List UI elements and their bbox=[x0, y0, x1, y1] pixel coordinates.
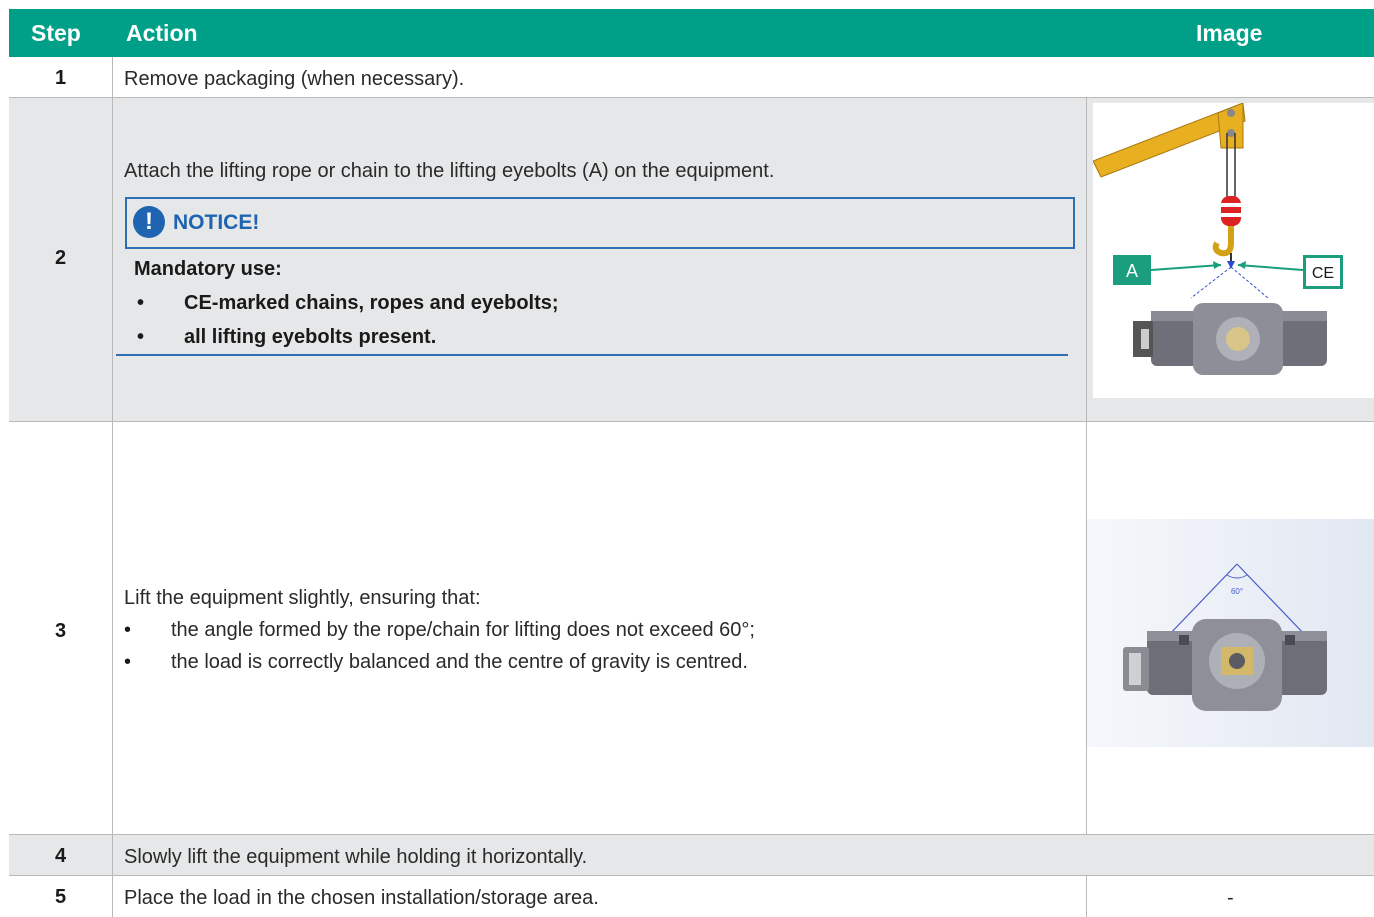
bullet-icon: • bbox=[124, 619, 132, 641]
header-step: Step bbox=[31, 20, 81, 46]
step-action: Lift the equipment slightly, ensuring th… bbox=[124, 587, 481, 609]
bullet-icon: • bbox=[124, 651, 132, 673]
notice-underline bbox=[116, 354, 1068, 356]
exclamation-icon: ! bbox=[133, 206, 165, 238]
bullet-icon: • bbox=[137, 326, 145, 348]
notice-title: NOTICE! bbox=[173, 211, 260, 234]
step-number: 3 bbox=[54, 620, 67, 642]
step-number: 5 bbox=[54, 886, 67, 908]
step-action: Slowly lift the equipment while holding … bbox=[124, 846, 588, 868]
table-row-1: 1 Remove packaging (when necessary). bbox=[9, 57, 1374, 97]
header-image: Image bbox=[1196, 20, 1263, 46]
label-a: A bbox=[1126, 261, 1138, 281]
table-row-4: 4 Slowly lift the equipment while holdin… bbox=[9, 835, 1374, 875]
label-ce: CE bbox=[1312, 265, 1334, 282]
step-number: 4 bbox=[54, 845, 67, 867]
notice-item: CE-marked chains, ropes and eyebolts; bbox=[184, 292, 559, 314]
table-row-3: 3 Lift the equipment slightly, ensuring … bbox=[9, 422, 1374, 834]
step-image-placeholder: - bbox=[1227, 887, 1234, 909]
step-action: Remove packaging (when necessary). bbox=[124, 68, 465, 90]
step-number: 2 bbox=[54, 247, 67, 269]
table-row-5: 5 Place the load in the chosen installat… bbox=[9, 876, 1374, 917]
angle-label: 60° bbox=[1231, 587, 1243, 596]
step-item: the load is correctly balanced and the c… bbox=[171, 651, 748, 673]
step-item: the angle formed by the rope/chain for l… bbox=[171, 619, 755, 641]
step-action: Place the load in the chosen installatio… bbox=[124, 887, 599, 909]
table-row-2: 2 Attach the lifting rope or chain to th… bbox=[9, 98, 1374, 421]
crane-lifting-image: A CE bbox=[1092, 102, 1374, 398]
notice-lead: Mandatory use: bbox=[134, 258, 282, 280]
notice-box: ! NOTICE! bbox=[125, 197, 1075, 249]
equipment-angle-image: 60° bbox=[1087, 519, 1374, 747]
notice-item: all lifting eyebolts present. bbox=[184, 326, 437, 348]
bullet-icon: • bbox=[137, 292, 145, 314]
header-action: Action bbox=[126, 20, 198, 46]
step-action: Attach the lifting rope or chain to the … bbox=[124, 160, 775, 182]
table-header: Step Action Image bbox=[9, 9, 1374, 57]
step-number: 1 bbox=[54, 67, 67, 89]
